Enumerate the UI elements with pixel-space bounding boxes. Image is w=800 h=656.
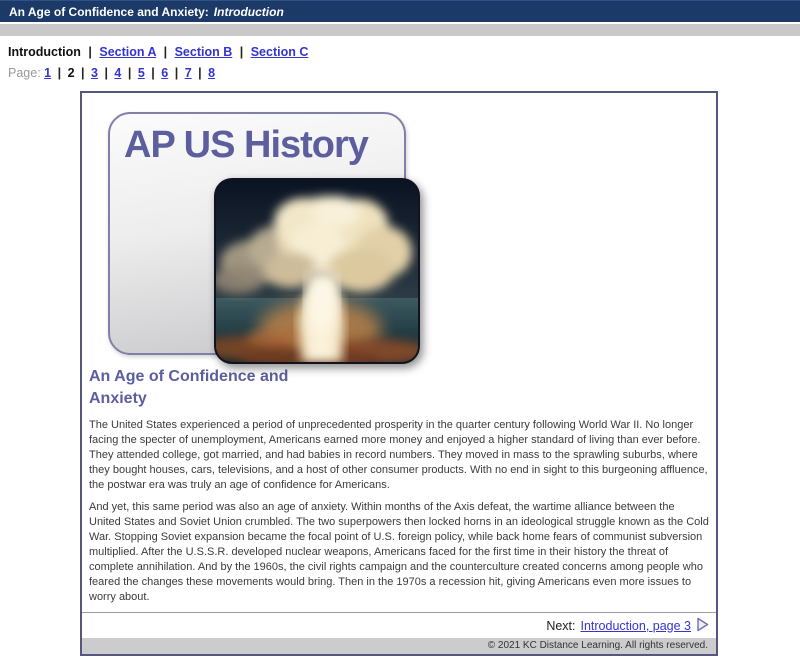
course-title: AP US History <box>124 124 369 166</box>
page-separator: | <box>57 66 62 80</box>
page-separator: | <box>81 66 85 80</box>
page-nav-label: Page: <box>8 66 41 80</box>
nav-separator: | <box>239 45 244 59</box>
page-current-2: 2 <box>67 66 75 80</box>
page-link-5[interactable]: 5 <box>138 66 145 80</box>
copyright-text: © 2021 KC Distance Learning. All rights … <box>487 640 708 651</box>
page-link-4[interactable]: 4 <box>114 66 121 80</box>
lesson-content: AP US History An Age of Confidence and A… <box>82 93 716 605</box>
copyright-bar: © 2021 KC Distance Learning. All rights … <box>82 638 716 654</box>
course-banner-area: AP US History <box>89 94 420 366</box>
page-separator: | <box>151 66 155 80</box>
next-page-row: Next: Introduction, page 3 <box>82 612 716 638</box>
lesson-title-section: Introduction <box>213 4 284 19</box>
lesson-content-box: AP US History An Age of Confidence and A… <box>80 91 718 656</box>
page-separator: | <box>174 66 179 80</box>
nav-separator: | <box>88 45 92 59</box>
page-separator: | <box>198 66 202 80</box>
page-link-6[interactable]: 6 <box>161 66 168 80</box>
next-label: Next: <box>546 618 576 633</box>
page-link-7[interactable]: 7 <box>185 66 192 80</box>
page-separator: | <box>104 66 108 80</box>
next-page-link[interactable]: Introduction, page 3 <box>581 619 692 633</box>
lesson-title: An Age of Confidence and Anxiety: <box>9 4 209 19</box>
section-nav: Introduction | Section A | Section B | S… <box>8 45 800 59</box>
nav-item-introduction: Introduction <box>8 45 81 59</box>
next-arrow-icon[interactable] <box>696 617 709 635</box>
nav-separator: | <box>163 45 168 59</box>
article-paragraph-2: And yet, this same period was also an ag… <box>89 501 709 603</box>
lesson-title-bar: An Age of Confidence and Anxiety: Introd… <box>0 0 800 22</box>
gray-divider-bar <box>0 24 800 36</box>
article-paragraph-1: The United States experienced a period o… <box>89 419 708 491</box>
page-separator: | <box>127 66 132 80</box>
page-link-8[interactable]: 8 <box>208 66 215 80</box>
page-link-1[interactable]: 1 <box>44 66 51 80</box>
nav-item-section-a[interactable]: Section A <box>99 45 156 59</box>
mushroom-cloud-photo <box>214 178 420 364</box>
nav-item-section-b[interactable]: Section B <box>175 45 233 59</box>
page-link-3[interactable]: 3 <box>91 66 98 80</box>
nav-item-section-c[interactable]: Section C <box>251 45 309 59</box>
page-nav: Page: 1 | 2 | 3 | 4 | 5 | 6 | 7 | 8 <box>8 66 800 80</box>
